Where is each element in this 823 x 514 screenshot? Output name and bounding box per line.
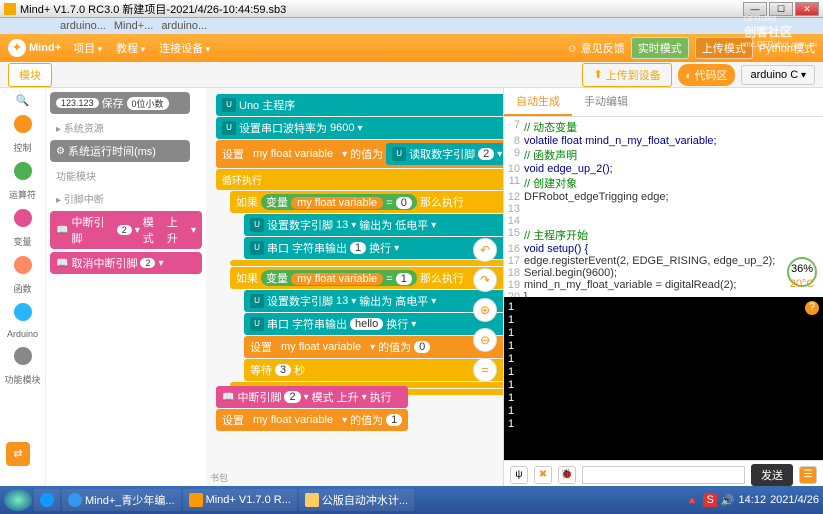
block-serial-hello[interactable]: U串口 字符串输出 hello 换行▾ <box>244 313 503 335</box>
block-interrupt-handler[interactable]: 📖 中断引脚 2▾ 模式 上升▾ 执行 <box>216 386 408 408</box>
community-watermark: DFRobot 创客社区 mc.DFRobot.com.cn <box>744 14 817 49</box>
app-logo: ✦Mind+ <box>8 39 61 57</box>
block-list: 123.123保存0位小数 ▸ 系统资源 ⚙ 系统运行时间(ms) 功能模块 ▸… <box>46 88 206 488</box>
start-button[interactable] <box>4 489 32 511</box>
windows-taskbar: Mind+_青少年编... Mind+ V1.7.0 R... 公版自动冲水计.… <box>0 486 823 514</box>
block-serial-1[interactable]: U串口 字符串输出 1 换行▾ <box>244 237 503 259</box>
cat-variables[interactable] <box>14 209 32 227</box>
send-button[interactable]: 发送 <box>751 464 793 486</box>
block-set-var[interactable]: 设置 my float variable▾ 的值为 U读取数字引脚 2▾ <box>216 140 503 168</box>
section-system[interactable]: ▸ 系统资源 <box>50 117 202 138</box>
app-icon <box>4 3 16 15</box>
category-palette: 🔍 控制 运算符 变量 函数 Arduino 功能模块 <box>0 88 46 488</box>
block-dwrite-high[interactable]: U设置数字引脚 13▾ 输出为 高电平▾ <box>244 290 503 312</box>
block-set-var-0[interactable]: 设置 my float variable▾ 的值为 0 <box>244 336 503 358</box>
window-titlebar: Mind+ V1.7.0 RC3.0 新建项目-2021/4/26-10:44:… <box>0 0 823 18</box>
code-view[interactable]: 36%20°C 7// 动态变量8volatile float mind_n_m… <box>504 117 823 297</box>
bg-tab[interactable]: arduino... <box>161 20 207 32</box>
serial-toolbar: ψ ✖ 🐞 发送 ☰ <box>504 460 823 488</box>
feedback-link[interactable]: ☺ 意见反馈 <box>566 40 624 56</box>
browser-tabs-strip: arduino... Mind+... arduino... <box>0 18 823 34</box>
help-icon[interactable]: ? <box>805 301 819 315</box>
block-dwrite-low[interactable]: U设置数字引脚 13▾ 输出为 低电平▾ <box>244 214 503 236</box>
disconnect-icon[interactable]: ✖ <box>534 466 552 484</box>
script-canvas[interactable]: UUno 主程序 U设置串口波特率为 9600▾ 设置 my float var… <box>206 88 503 488</box>
block-if-1[interactable]: 如果 变量 my float variable = 1 那么执行 <box>230 267 503 289</box>
system-tray[interactable]: 🔺S🔊 14:12 2021/4/26 <box>686 493 819 507</box>
block-cancel-interrupt[interactable]: 📖 取消中断引脚 2▾ <box>50 252 202 274</box>
code-area-toggle[interactable]: ◐ 代码区 <box>678 64 736 86</box>
zoom-fit-button[interactable]: = <box>473 358 497 382</box>
task-folder[interactable]: 公版自动冲水计... <box>299 489 414 511</box>
search-icon[interactable]: 🔍 <box>16 94 30 107</box>
upload-device-button[interactable]: ⬆ 上传到设备 <box>582 63 671 87</box>
task-k[interactable] <box>34 489 60 511</box>
block-set-baud[interactable]: U设置串口波特率为 9600▾ <box>216 117 503 139</box>
serial-monitor[interactable]: ? 1111111111 <box>504 297 823 460</box>
menubar: ✦Mind+ 项目 教程 连接设备 ☺ 意见反馈 实时模式 上传模式 Pytho… <box>0 34 823 62</box>
task-mindplus[interactable]: Mind+ V1.7.0 R... <box>183 489 297 511</box>
serial-input[interactable] <box>582 466 745 484</box>
tab-autogen[interactable]: 自动生成 <box>504 88 572 116</box>
undo-button[interactable]: ↶ <box>473 238 497 262</box>
menu-connect[interactable]: 连接设备 <box>159 40 210 56</box>
block-uno-main[interactable]: UUno 主程序 <box>216 94 503 116</box>
menu-project[interactable]: 项目 <box>73 40 102 56</box>
usb-icon[interactable]: ψ <box>510 466 528 484</box>
code-panel: 自动生成 手动编辑 36%20°C 7// 动态变量8volatile floa… <box>503 88 823 488</box>
language-select[interactable]: arduino C ▾ <box>741 65 815 85</box>
block-interrupt-pin[interactable]: 📖 中断引脚 2▾ 模式 上升▾ <box>50 211 202 249</box>
zoom-out-button[interactable]: ⊖ <box>473 328 497 352</box>
window-title: Mind+ V1.7.0 RC3.0 新建项目-2021/4/26-10:44:… <box>20 1 286 17</box>
cat-modules[interactable] <box>14 347 32 365</box>
cat-arduino[interactable] <box>14 303 32 321</box>
block-runtime[interactable]: ⚙ 系统运行时间(ms) <box>50 140 190 162</box>
zoom-in-button[interactable]: ⊕ <box>473 298 497 322</box>
extensions-button[interactable]: ⇄扩展 <box>6 442 30 466</box>
block-template[interactable]: 123.123保存0位小数 <box>50 92 190 114</box>
progress-ring: 36%20°C <box>787 257 817 287</box>
cat-operators[interactable] <box>14 162 32 180</box>
menu-tutorial[interactable]: 教程 <box>116 40 145 56</box>
bg-tab[interactable]: Mind+... <box>114 20 153 32</box>
block-if-0[interactable]: 如果 变量 my float variable = 0 那么执行 <box>230 191 503 213</box>
task-browser[interactable]: Mind+_青少年编... <box>62 489 181 511</box>
bg-tab[interactable]: arduino... <box>60 20 106 32</box>
block-set-var-1[interactable]: 设置 my float variable▾ 的值为 1 <box>216 409 408 431</box>
section-modules: 功能模块 <box>50 165 202 186</box>
menu-icon[interactable]: ☰ <box>799 466 817 484</box>
backpack-label[interactable]: 书包 <box>210 471 228 484</box>
module-button[interactable]: 模块 <box>8 63 52 87</box>
tab-manual[interactable]: 手动编辑 <box>572 88 640 116</box>
section-interrupt[interactable]: ▸ 引脚中断 <box>50 188 202 209</box>
block-wait[interactable]: 等待 3 秒 <box>244 359 503 381</box>
block-loop[interactable]: 循环执行 <box>216 169 503 190</box>
realtime-mode-button[interactable]: 实时模式 <box>631 37 689 59</box>
cat-functions[interactable] <box>14 256 32 274</box>
redo-button[interactable]: ↷ <box>473 268 497 292</box>
toolbar: 模块 ⬆ 上传到设备 ◐ 代码区 arduino C ▾ <box>0 62 823 88</box>
cat-control[interactable] <box>14 115 32 133</box>
bug-icon[interactable]: 🐞 <box>558 466 576 484</box>
